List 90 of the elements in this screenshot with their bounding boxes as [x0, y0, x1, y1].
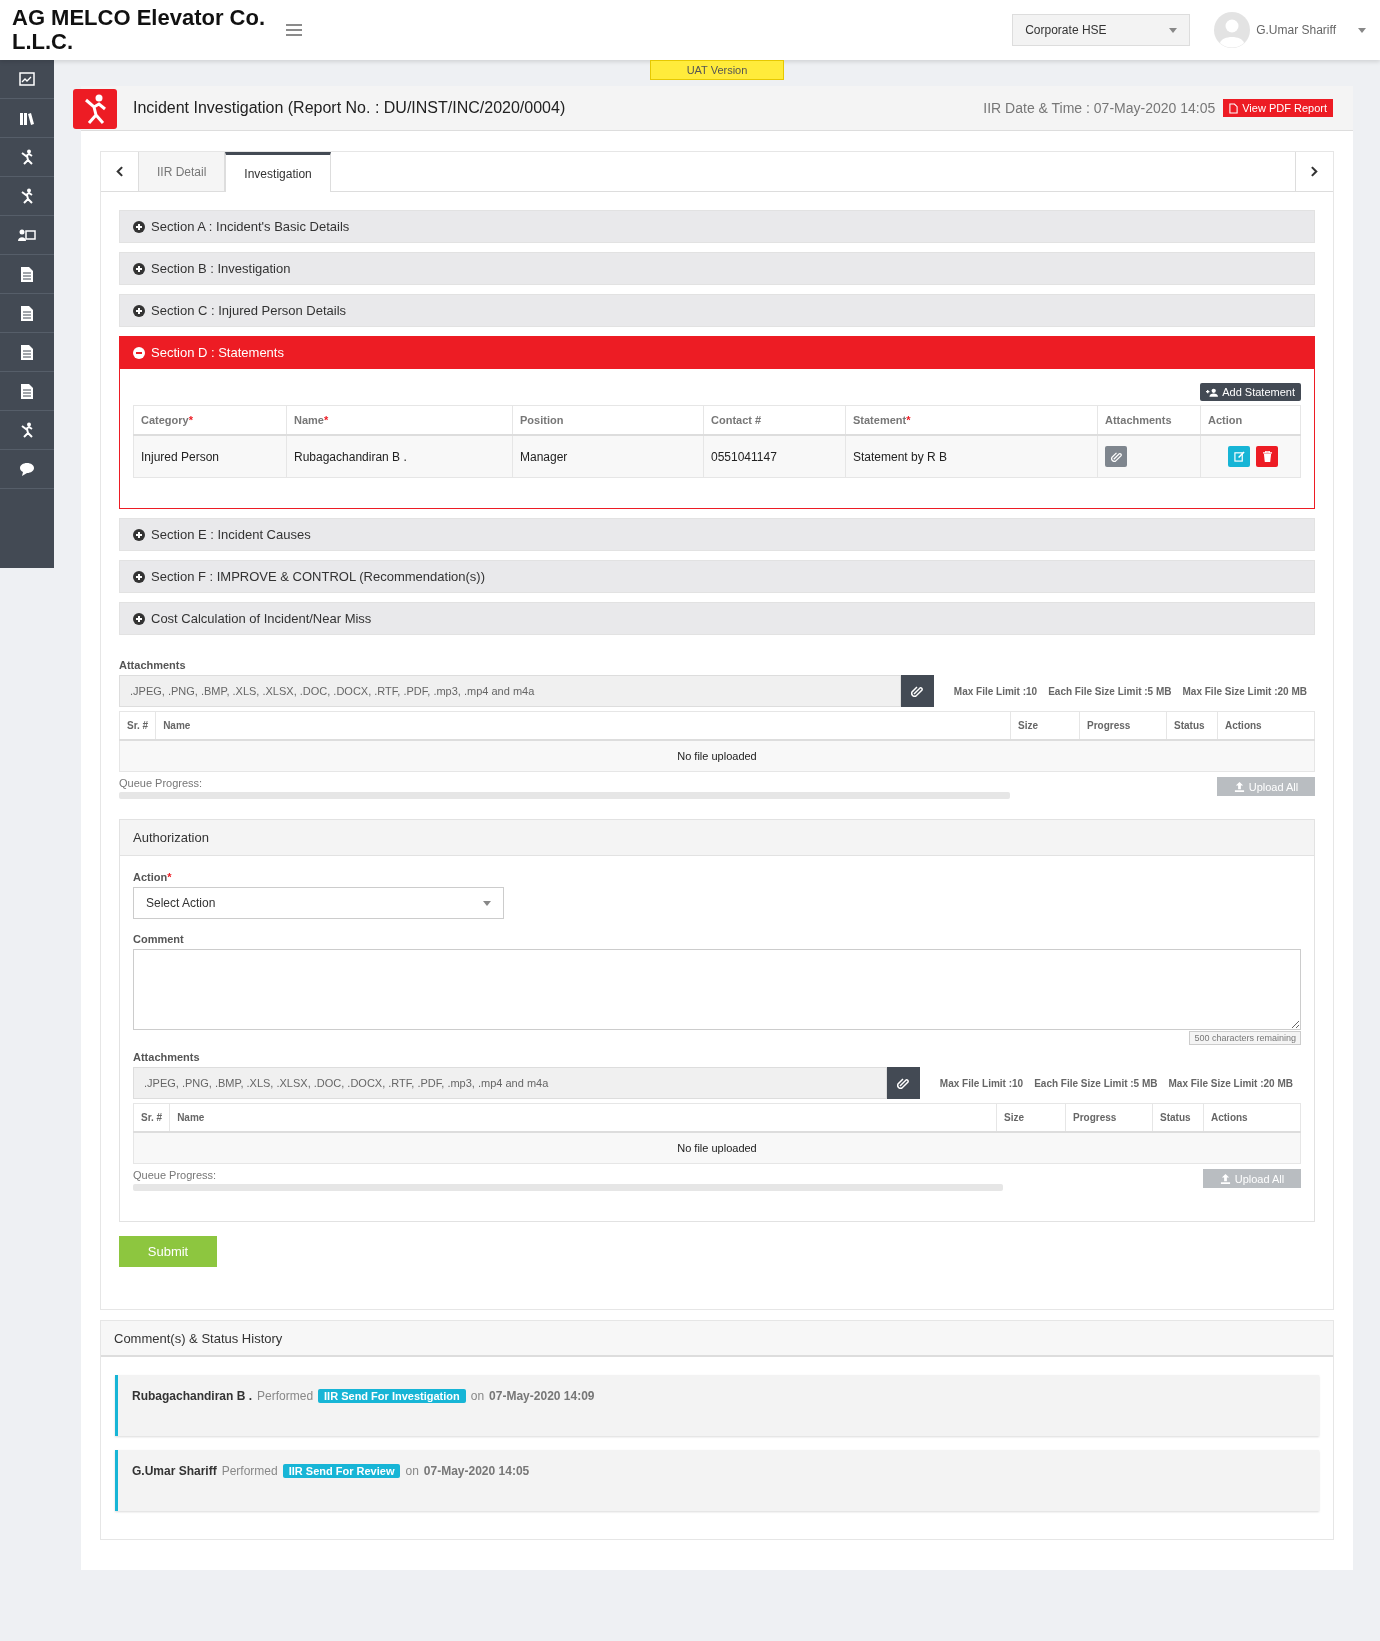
plus-circle-icon [133, 612, 145, 625]
page-title: Incident Investigation (Report No. : DU/INST/INC/2020/0004) [133, 99, 566, 117]
action-select[interactable]: Select Action [133, 887, 504, 919]
attach-button[interactable] [900, 675, 934, 707]
status-badge: IIR Send For Investigation [318, 1389, 466, 1403]
file-limit: Each File Size Limit :5 MB [1034, 1077, 1158, 1089]
file-field[interactable]: .JPEG, .PNG, .BMP, .XLS, .XLSX, .DOC, .DOCX, .RTF, .PDF, .mp3, .mp4 and m4a [133, 1067, 887, 1099]
figure-icon[interactable] [19, 422, 35, 438]
entry-date: 07-May-2020 14:05 [423, 1464, 530, 1478]
table-cell: Manager [512, 435, 704, 478]
upload-icon [1219, 1173, 1231, 1184]
paperclip-icon [911, 685, 924, 697]
tab[interactable]: Investigation [225, 152, 331, 192]
edit-icon [1233, 451, 1245, 462]
table-cell: Injured Person [133, 435, 287, 478]
section-header[interactable]: Section D : Statements [119, 336, 1315, 369]
plus-circle-icon [133, 528, 145, 541]
plus-circle-icon [133, 220, 145, 233]
figure-icon[interactable] [19, 188, 35, 204]
paperclip-icon [1110, 451, 1122, 462]
file-limit: Each File Size Limit :5 MB [1048, 685, 1172, 697]
table-cell: Rubagachandiran B . [286, 435, 513, 478]
section-header[interactable]: Section C : Injured Person Details [119, 294, 1315, 327]
on-text: on [470, 1389, 485, 1403]
document-icon[interactable] [21, 383, 33, 399]
file-limit: Max File Limit :10 [939, 1077, 1024, 1089]
company-select[interactable]: Corporate HSE [1012, 14, 1191, 46]
file-limit: Max File Size Limit :20 MB [1182, 685, 1307, 697]
user-name[interactable]: G.Umar Shariff [1256, 23, 1336, 37]
user-name: G.Umar Shariff [132, 1464, 217, 1478]
caret-icon[interactable] [1358, 27, 1366, 33]
books-icon[interactable] [19, 111, 35, 125]
attach-button[interactable] [886, 1067, 920, 1099]
field-label: Attachments [133, 1051, 201, 1063]
field-label: Action* [133, 871, 173, 883]
file-limit: Max File Limit :10 [953, 685, 1038, 697]
menu-icon[interactable] [286, 24, 302, 36]
add-user-icon [1206, 387, 1219, 397]
chat-icon[interactable] [19, 462, 35, 476]
view-pdf-button[interactable]: View PDF Report [1223, 99, 1333, 117]
entry-date: 07-May-2020 14:09 [489, 1389, 595, 1403]
characters-remaining: 500 characters remaining [1189, 1031, 1301, 1045]
chart-icon[interactable] [19, 72, 35, 86]
attachment-button[interactable] [1105, 446, 1127, 467]
id-card-icon[interactable] [18, 228, 36, 242]
empty-message: No file uploaded [133, 1132, 1301, 1164]
empty-message: No file uploaded [119, 740, 1315, 772]
document-icon[interactable] [21, 344, 33, 360]
paperclip-icon [897, 1077, 910, 1089]
section-header[interactable]: Cost Calculation of Incident/Near Miss [119, 602, 1315, 635]
file-limit: Max File Size Limit :20 MB [1168, 1077, 1293, 1089]
document-icon[interactable] [21, 305, 33, 321]
action-text: Performed [221, 1464, 278, 1478]
add-statement-button[interactable]: Add Statement [1200, 383, 1301, 401]
chevron-right-icon [1311, 166, 1318, 177]
company-logo-text: AG MELCO Elevator Co. L.L.C. [12, 6, 267, 54]
plus-circle-icon [133, 304, 145, 317]
chevron-left-icon [116, 166, 123, 177]
plus-circle-icon [133, 570, 145, 583]
report-datetime: IIR Date & Time : 07-May-2020 14:05 [983, 100, 1216, 116]
action-text: Performed [257, 1389, 314, 1403]
caret-icon [483, 900, 491, 906]
field-label: Comment [133, 933, 185, 945]
section-header[interactable]: Section F : IMPROVE & CONTROL (Recommendation(s)) [119, 560, 1315, 593]
table-cell: 0551041147 [703, 435, 846, 478]
upload-icon [1233, 781, 1245, 792]
on-text: on [405, 1464, 419, 1478]
file-field[interactable]: .JPEG, .PNG, .BMP, .XLS, .XLSX, .DOC, .DOCX, .RTF, .PDF, .mp3, .mp4 and m4a [119, 675, 901, 707]
section-header[interactable]: Section A : Incident's Basic Details [119, 210, 1315, 243]
document-icon[interactable] [21, 266, 33, 282]
delete-button[interactable] [1256, 446, 1278, 467]
section-header[interactable]: Section B : Investigation [119, 252, 1315, 285]
user-name: Rubagachandiran B . [132, 1389, 253, 1403]
figure-icon[interactable] [19, 149, 35, 165]
table-cell: Statement by R B [845, 435, 1098, 478]
status-badge: IIR Send For Review [282, 1464, 401, 1478]
history-header: Comment(s) & Status History [101, 1321, 1333, 1357]
comment-field[interactable] [133, 949, 1301, 1030]
authorization-header: Authorization [119, 819, 1315, 856]
queue-label: Queue Progress: [133, 1169, 218, 1181]
queue-label: Queue Progress: [119, 777, 204, 789]
field-label: Attachments [119, 659, 187, 671]
tab[interactable]: IIR Detail [139, 152, 226, 191]
section-header[interactable]: Section E : Incident Causes [119, 518, 1315, 551]
plus-circle-icon [133, 262, 145, 275]
caret-icon [1169, 27, 1178, 33]
trash-icon [1262, 451, 1272, 462]
minus-circle-icon [133, 346, 145, 359]
version-badge: UAT Version [650, 60, 784, 80]
pdf-file-icon [1229, 102, 1239, 114]
